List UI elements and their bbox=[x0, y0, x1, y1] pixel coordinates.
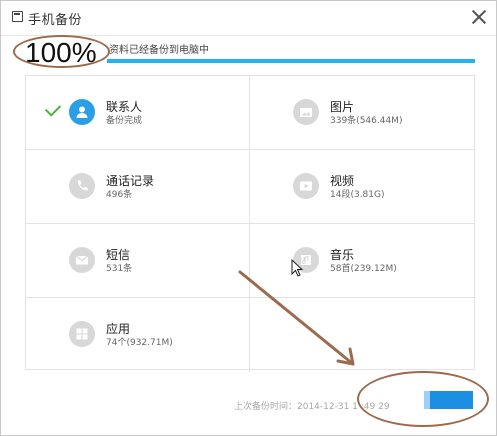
title-bar: 手机备份 bbox=[1, 1, 496, 36]
backup-item-photos[interactable]: 图片 339条(546.44M) bbox=[250, 76, 474, 150]
mouse-cursor-icon bbox=[291, 259, 303, 277]
backup-item-detail: 14段(3.81G) bbox=[330, 190, 385, 200]
progress-bar bbox=[107, 59, 475, 63]
photo-icon bbox=[293, 99, 319, 125]
progress-bar-fill bbox=[107, 59, 475, 63]
backup-item-detail: 备份完成 bbox=[106, 116, 143, 126]
backup-item-contacts[interactable]: 联系人 备份完成 bbox=[26, 76, 250, 150]
backup-item-videos[interactable]: 视频 14段(3.81G) bbox=[250, 150, 474, 224]
backup-item-detail: 58首(239.12M) bbox=[330, 264, 397, 274]
annotation-circle-percent bbox=[13, 35, 110, 68]
backup-item-detail: 339条(546.44M) bbox=[330, 116, 403, 126]
backup-item-detail: 74个(932.71M) bbox=[106, 338, 173, 348]
backup-item-detail: 531条 bbox=[106, 264, 133, 274]
message-icon bbox=[69, 247, 95, 273]
window-title: 手机备份 bbox=[28, 13, 83, 28]
check-icon bbox=[44, 100, 62, 117]
phone-icon bbox=[69, 173, 95, 199]
phone-backup-icon bbox=[12, 11, 23, 22]
backup-items-grid: 联系人 备份完成 图片 339条(546.44M) 通话记录 496条 视频 1… bbox=[25, 75, 475, 372]
backup-item-apps[interactable]: 应用 74个(932.71M) bbox=[26, 298, 250, 372]
video-icon bbox=[293, 173, 319, 199]
backup-item-detail: 496条 bbox=[106, 190, 133, 200]
annotation-circle-button bbox=[357, 371, 489, 427]
backup-item-calls[interactable]: 通话记录 496条 bbox=[26, 150, 250, 224]
backup-item-empty bbox=[250, 298, 474, 372]
progress-status-text: 资料已经备份到电脑中 bbox=[109, 45, 209, 56]
backup-item-sms[interactable]: 短信 531条 bbox=[26, 224, 250, 298]
user-icon bbox=[69, 99, 95, 125]
backup-item-music[interactable]: 音乐 58首(239.12M) bbox=[250, 224, 474, 298]
close-icon[interactable] bbox=[469, 7, 489, 27]
apps-icon bbox=[69, 321, 95, 347]
